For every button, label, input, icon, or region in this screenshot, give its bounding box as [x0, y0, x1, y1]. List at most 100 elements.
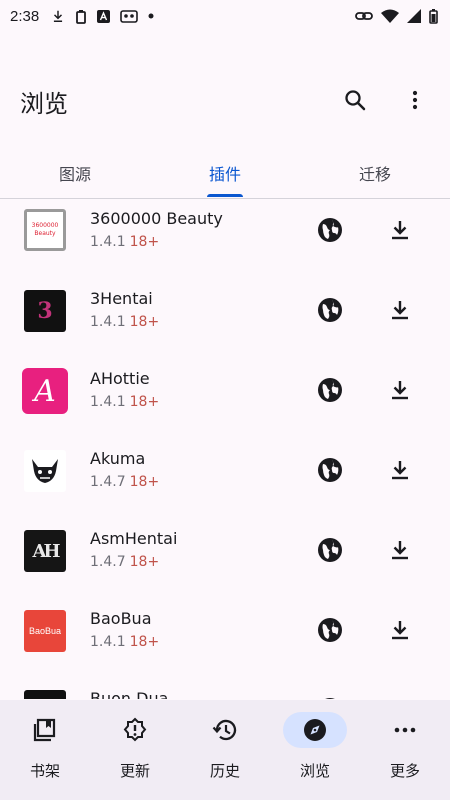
extension-logo: 3 — [24, 290, 66, 332]
nav-indicator — [13, 712, 77, 748]
nsfw-badge: 18+ — [129, 634, 160, 650]
download-icon — [392, 381, 408, 400]
list-item[interactable]: 3600000 Beauty 3600000 Beauty 1.4.1 18+ — [0, 199, 450, 279]
extension-name: BaoBua — [90, 609, 152, 628]
list-item[interactable]: BaoBua BaoBua 1.4.1 18+ — [0, 599, 450, 679]
download-icon — [392, 621, 408, 640]
nav-indicator — [103, 712, 167, 748]
open-in-browser-button[interactable] — [312, 452, 348, 488]
bottom-navigation: 书架 更新 历史 浏览 更多 — [0, 700, 450, 800]
extension-version: 1.4.1 — [90, 394, 126, 410]
oni-mask-icon — [32, 459, 58, 483]
extension-version: 1.4.1 — [90, 234, 126, 250]
dot-icon — [148, 13, 154, 19]
extension-logo: AH — [24, 530, 66, 572]
extension-name: Buon Dua — [90, 689, 169, 699]
nav-browse[interactable]: 浏览 — [270, 700, 360, 800]
install-button[interactable] — [382, 452, 418, 488]
globe-icon — [318, 538, 342, 562]
tab-sources[interactable]: 图源 — [0, 148, 150, 198]
explore-icon — [304, 719, 326, 741]
extension-logo-text: AH — [32, 540, 61, 562]
open-in-browser-button[interactable] — [312, 532, 348, 568]
extension-version: 1.4.1 — [90, 314, 126, 330]
extension-logo — [24, 690, 66, 699]
more-vert-icon — [412, 90, 418, 110]
download-notification-icon — [54, 10, 63, 22]
extension-logo-text: 3 — [37, 298, 53, 324]
nsfw-badge: 18+ — [129, 554, 160, 570]
extension-name: 3600000 Beauty — [90, 209, 223, 228]
tab-extensions[interactable]: 插件 — [150, 148, 300, 198]
list-item[interactable]: AH AsmHentai 1.4.7 18+ — [0, 519, 450, 599]
open-in-browser-button[interactable] — [312, 212, 348, 248]
nav-label: 浏览 — [299, 762, 330, 780]
install-button[interactable] — [382, 292, 418, 328]
nav-library[interactable]: 书架 — [0, 700, 90, 800]
extension-meta: 1.4.7 18+ — [90, 474, 159, 490]
app-a-icon — [97, 9, 111, 23]
nav-history[interactable]: 历史 — [180, 700, 270, 800]
install-button[interactable] — [382, 612, 418, 648]
open-in-browser-button[interactable] — [312, 612, 348, 648]
nav-label: 书架 — [29, 762, 60, 780]
nav-label: 更多 — [389, 762, 420, 780]
nsfw-badge: 18+ — [129, 474, 160, 490]
globe-icon — [318, 458, 342, 482]
library-icon — [33, 718, 56, 742]
download-icon — [388, 698, 412, 699]
search-icon — [345, 90, 366, 111]
nav-indicator — [193, 712, 257, 748]
extension-list[interactable]: 3600000 Beauty 3600000 Beauty 1.4.1 18+ 3… — [0, 199, 450, 699]
install-button[interactable] — [382, 532, 418, 568]
download-icon — [392, 301, 408, 320]
install-button[interactable] — [382, 692, 418, 699]
extension-meta: 1.4.1 18+ — [90, 314, 159, 330]
download-icon — [392, 221, 408, 240]
install-button[interactable] — [382, 372, 418, 408]
extension-logo-text: A — [34, 373, 56, 409]
nav-indicator — [373, 712, 437, 748]
nsfw-badge: 18+ — [129, 314, 160, 330]
extension-logo: 3600000 Beauty — [24, 209, 66, 251]
open-in-browser-button[interactable] — [312, 372, 348, 408]
overflow-menu-button[interactable] — [395, 80, 435, 120]
list-item[interactable]: Akuma 1.4.7 18+ — [0, 439, 450, 519]
updates-icon — [123, 717, 147, 742]
nav-updates[interactable]: 更新 — [90, 700, 180, 800]
open-in-browser-button[interactable] — [312, 692, 348, 699]
battery-saver-icon — [76, 9, 87, 24]
globe-icon — [318, 298, 342, 322]
extension-name: AHottie — [90, 369, 150, 388]
extension-logo — [24, 450, 66, 492]
list-item[interactable]: A AHottie 1.4.1 18+ — [0, 359, 450, 439]
list-item[interactable]: 3 3Hentai 1.4.1 18+ — [0, 279, 450, 359]
battery-icon — [429, 8, 438, 24]
extension-logo: BaoBua — [24, 610, 66, 652]
extension-version: 1.4.1 — [90, 634, 126, 650]
globe-icon — [325, 698, 335, 699]
open-in-browser-button[interactable] — [312, 292, 348, 328]
notification-icons — [51, 9, 154, 24]
history-icon — [212, 719, 237, 741]
tab-migrate[interactable]: 迁移 — [300, 148, 450, 198]
list-item[interactable]: Buon Dua — [0, 679, 450, 699]
extension-logo: A — [22, 368, 68, 414]
nsfw-badge: 18+ — [129, 394, 160, 410]
globe-icon — [318, 618, 342, 642]
extension-meta: 1.4.1 18+ — [90, 634, 159, 650]
cassette-icon — [120, 9, 139, 23]
wifi-icon — [381, 9, 399, 23]
extension-name: Akuma — [90, 449, 146, 468]
nav-indicator — [283, 712, 347, 748]
search-button[interactable] — [335, 80, 375, 120]
install-button[interactable] — [382, 212, 418, 248]
system-icons — [355, 8, 438, 24]
extension-version: 1.4.7 — [90, 474, 126, 490]
extension-name: 3Hentai — [90, 289, 153, 308]
extension-meta: 1.4.7 18+ — [90, 554, 159, 570]
top-app-bar: 浏览 — [0, 70, 450, 132]
nsfw-badge: 18+ — [129, 234, 160, 250]
signal-icon — [407, 9, 421, 23]
nav-more[interactable]: 更多 — [360, 700, 450, 800]
